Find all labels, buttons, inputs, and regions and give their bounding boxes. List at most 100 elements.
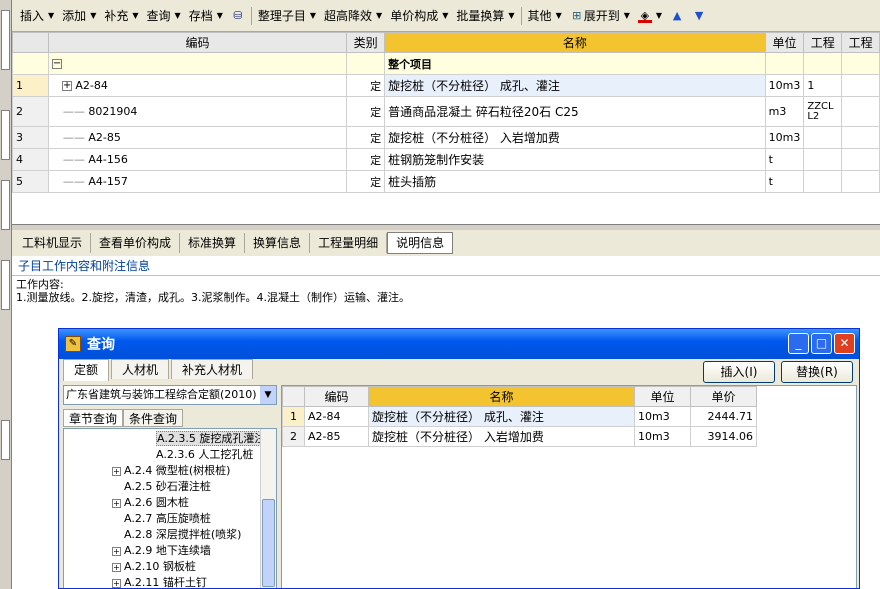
result-grid: 编码 名称 单位 单价 1 A2-84 旋挖桩（不分桩径） 成孔、灌注 10m3… xyxy=(281,385,857,588)
archive-menu[interactable]: 存档 ▼ xyxy=(185,5,227,27)
maximize-button[interactable]: □ xyxy=(811,333,832,354)
insert-menu[interactable]: 插入 ▼ xyxy=(16,5,58,27)
organize-menu[interactable]: 整理子目 ▼ xyxy=(254,5,320,27)
binoculars-icon[interactable]: ⛁ xyxy=(227,5,249,27)
tree-item-label: A.2.11 锚杆土钉 xyxy=(124,576,207,589)
tab-quantity-detail[interactable]: 工程量明细 xyxy=(310,233,388,253)
tab-supplement-material[interactable]: 补充人材机 xyxy=(171,359,254,379)
tree-item[interactable]: + A.2.9 地下连续墙 xyxy=(112,543,211,559)
work-content-text: 1.测量放线。2.旋挖，清渣，成孔。3.泥浆制作。4.混凝土（制作）运输、灌注。 xyxy=(16,291,410,304)
expand-to-menu[interactable]: ⊞ 展开到 ▼ xyxy=(566,5,634,27)
expand-icon[interactable]: + xyxy=(61,81,72,91)
paint-bucket-icon: ◈ xyxy=(637,9,652,23)
tab-unit-price[interactable]: 查看单价构成 xyxy=(91,233,181,253)
tab-quota[interactable]: 定额 xyxy=(63,359,110,381)
col-code[interactable]: 编码 xyxy=(47,32,348,53)
replace-button[interactable]: 替换(R) xyxy=(781,361,853,383)
tree-item-label: A.2.9 地下连续墙 xyxy=(124,544,211,557)
tree-item[interactable]: A.2.5 砂石灌注桩 xyxy=(112,479,211,495)
quota-library-select[interactable]: 广东省建筑与装饰工程综合定额(2010) ▼ xyxy=(63,385,277,405)
table-row[interactable]: 5 —— A4-157 定 桩头插筋 t xyxy=(12,170,880,193)
tab-description[interactable]: 说明信息 xyxy=(387,232,454,254)
tree-item-label: A.2.5 砂石灌注桩 xyxy=(124,480,211,493)
result-header-row: 编码 名称 单位 单价 xyxy=(282,386,757,407)
expand-icon[interactable]: + xyxy=(112,546,121,556)
col-unit[interactable]: 单位 xyxy=(634,386,691,407)
tree-item[interactable]: A.2.8 深层搅拌桩(喷浆) xyxy=(112,527,241,543)
table-row[interactable]: 1 + A2-84 定 旋挖桩（不分桩径） 成孔、灌注 10m3 1 xyxy=(12,74,880,97)
quota-grid: 编码 类别 名称 单位 工程 工程 − 整个项目 1 + A2-84 定 旋挖桩… xyxy=(12,32,880,225)
toolbar-separator xyxy=(520,6,522,25)
close-button[interactable]: ✕ xyxy=(834,333,855,354)
toolbar-separator xyxy=(250,6,252,25)
table-row[interactable]: 2 —— 8021904 定 普通商品混凝土 碎石粒径20石 C25 m3 ZZ… xyxy=(12,96,880,127)
tree-item-label: A.2.10 钢板桩 xyxy=(124,560,196,573)
col-type[interactable]: 类别 xyxy=(346,32,386,53)
expand-icon[interactable]: + xyxy=(112,466,121,476)
main-toolbar: 插入 ▼ 添加 ▼ 补充 ▼ 查询 ▼ 存档 ▼ ⛁ 整理子目 ▼ 超高降效 ▼ 单价构成 ▼ … xyxy=(12,0,880,32)
tree-item[interactable]: A.2.3.5 旋挖成孔灌注桩 xyxy=(144,431,276,447)
col-unit[interactable]: 单位 xyxy=(764,32,805,53)
chapter-tree: A.2.3.5 旋挖成孔灌注桩 A.2.3.6 人工挖孔桩 + A.2.4 微型桩(树… xyxy=(63,428,277,589)
section-title: 子目工作内容和附注信息 xyxy=(12,256,880,276)
tree-item[interactable]: + A.2.11 锚杆土钉 xyxy=(112,575,207,589)
tab-chapter-query[interactable]: 章节查询 xyxy=(63,409,124,427)
query-dialog: ✎ 查询 _ □ ✕ 定额 人材机 补充人材机 插入(I) 替换(R) 广东省建… xyxy=(58,328,860,589)
dialog-titlebar[interactable]: ✎ 查询 xyxy=(59,329,859,359)
tab-condition-query[interactable]: 条件查询 xyxy=(123,409,184,427)
tree-item[interactable]: + A.2.4 微型桩(树根桩) xyxy=(112,463,230,479)
scrollbar-thumb[interactable] xyxy=(262,499,275,587)
col-qty[interactable]: 工程 xyxy=(803,32,843,53)
move-up-button[interactable]: ▲ xyxy=(666,5,688,27)
chevron-down-icon[interactable]: ▼ xyxy=(260,386,276,404)
group-row[interactable]: − 整个项目 xyxy=(12,52,880,75)
tab-labor-material[interactable]: 人材机 xyxy=(111,359,170,379)
left-side-panel xyxy=(0,0,12,589)
add-menu[interactable]: 添加 ▼ xyxy=(58,5,100,27)
result-row[interactable]: 1 A2-84 旋挖桩（不分桩径） 成孔、灌注 10m3 2444.71 xyxy=(282,406,757,427)
dialog-title: 查询 xyxy=(87,337,115,353)
tree-item-label: A.2.3.6 人工挖孔桩 xyxy=(156,448,254,461)
col-name[interactable]: 名称 xyxy=(384,32,766,53)
result-row[interactable]: 2 A2-85 旋挖桩（不分桩径） 入岩增加费 10m3 3914.06 xyxy=(282,426,757,447)
minimize-button[interactable]: _ xyxy=(788,333,809,354)
col-code[interactable]: 编码 xyxy=(304,386,369,407)
tree-item-label: A.2.6 圆木桩 xyxy=(124,496,189,509)
table-row[interactable]: 3 —— A2-85 定 旋挖桩（不分桩径） 入岩增加费 10m3 xyxy=(12,126,880,149)
col-qty2[interactable]: 工程 xyxy=(841,32,880,53)
tree-item[interactable]: + A.2.6 圆木桩 xyxy=(112,495,189,511)
expand-icon[interactable]: + xyxy=(112,562,121,572)
detail-tabs: 工料机显示 查看单价构成 标准换算 换算信息 工程量明细 说明信息 xyxy=(12,230,880,256)
unit-price-menu[interactable]: 单价构成 ▼ xyxy=(386,5,452,27)
fill-color-button[interactable]: ◈ ▼ xyxy=(634,5,666,27)
col-name[interactable]: 名称 xyxy=(368,386,635,407)
dialog-tabs: 定额 人材机 补充人材机 xyxy=(63,359,255,381)
move-down-button[interactable]: ▼ xyxy=(688,5,710,27)
other-menu[interactable]: 其他 ▼ xyxy=(524,5,566,27)
col-price[interactable]: 单价 xyxy=(690,386,757,407)
tree-icon: ⊞ xyxy=(572,8,582,22)
batch-convert-menu[interactable]: 批量换算 ▼ xyxy=(452,5,518,27)
collapse-icon[interactable]: − xyxy=(51,59,62,69)
query-mode-tabs: 章节查询 条件查询 xyxy=(63,409,184,427)
tree-item[interactable]: + A.2.10 钢板桩 xyxy=(112,559,196,575)
work-content-label: 工作内容: xyxy=(16,278,64,291)
tree-item[interactable]: A.2.3.6 人工挖孔桩 xyxy=(144,447,253,463)
height-reduce-menu[interactable]: 超高降效 ▼ xyxy=(320,5,386,27)
app-icon: ✎ xyxy=(65,336,81,352)
expand-icon[interactable]: + xyxy=(112,578,121,588)
tree-item-label: A.2.8 深层搅拌桩(喷浆) xyxy=(124,528,242,541)
query-menu[interactable]: 查询 ▼ xyxy=(143,5,185,27)
supplement-menu[interactable]: 补充 ▼ xyxy=(100,5,142,27)
insert-button[interactable]: 插入(I) xyxy=(703,361,775,383)
arrow-down-icon: ▼ xyxy=(694,8,704,22)
col-rownum xyxy=(12,32,49,53)
tab-convert-info[interactable]: 换算信息 xyxy=(245,233,311,253)
table-row[interactable]: 4 —— A4-156 定 桩钢筋笼制作安装 t xyxy=(12,148,880,171)
tab-standard-convert[interactable]: 标准换算 xyxy=(180,233,246,253)
tab-material-display[interactable]: 工料机显示 xyxy=(14,233,92,253)
tree-item-label: A.2.7 高压旋喷桩 xyxy=(124,512,211,525)
expand-icon[interactable]: + xyxy=(112,498,121,508)
tree-item[interactable]: A.2.7 高压旋喷桩 xyxy=(112,511,211,527)
tree-scrollbar[interactable] xyxy=(260,429,276,588)
